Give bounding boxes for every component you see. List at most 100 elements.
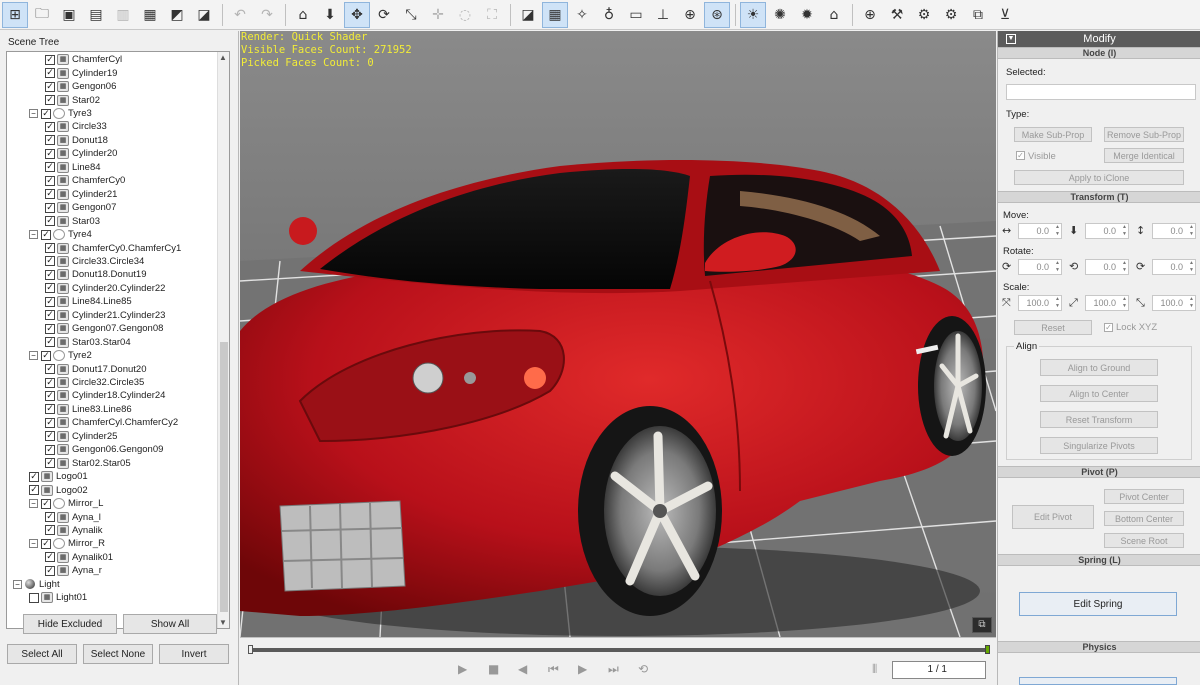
timeline-track[interactable] bbox=[248, 645, 990, 654]
tree-node-row[interactable]: ✓ ▦ Aynalik01 bbox=[45, 551, 113, 564]
wrench-icon[interactable]: ⚒ bbox=[884, 2, 910, 28]
spring-section-header[interactable]: Spring (L) bbox=[998, 554, 1200, 566]
spinner-icon[interactable]: ▲ ▼ bbox=[1055, 260, 1060, 274]
bone-icon[interactable]: ✧ bbox=[569, 2, 595, 28]
redo-icon[interactable]: ↷ bbox=[254, 2, 280, 28]
tree-group-row[interactable]: − ✓ Tyre4 bbox=[29, 228, 92, 241]
tree-node-row[interactable]: ✓ ▦ Circle33.Circle34 bbox=[45, 255, 144, 268]
tree-node-row[interactable]: ✓ ▦ Cylinder19 bbox=[45, 66, 117, 79]
next-frame-icon[interactable]: ▶ bbox=[578, 662, 587, 676]
node-section-header[interactable]: Node (I) bbox=[998, 47, 1200, 59]
timeline-settings-icon[interactable]: ⦀ bbox=[872, 662, 877, 677]
spinner-icon[interactable]: ▲ ▼ bbox=[1189, 224, 1194, 238]
tree-node-row[interactable]: ✓ ▦ ChamferCy0.ChamferCy1 bbox=[45, 241, 181, 254]
tree-node-row[interactable]: ✓ ▦ Cylinder18.Cylinder24 bbox=[45, 389, 165, 402]
spinner-icon[interactable]: ▲ ▼ bbox=[1122, 296, 1127, 310]
align-to-center-button[interactable]: Align to Center bbox=[1040, 385, 1158, 402]
visibility-checkbox[interactable]: ✓ bbox=[45, 283, 55, 294]
visibility-checkbox[interactable]: ✓ bbox=[45, 552, 55, 563]
singularize-pivots-button[interactable]: Singularize Pivots bbox=[1040, 437, 1158, 454]
remove-sub-prop-button[interactable]: Remove Sub-Prop bbox=[1104, 127, 1184, 142]
visibility-checkbox[interactable]: ✓ bbox=[45, 377, 55, 388]
visibility-checkbox[interactable]: ✓ bbox=[45, 175, 55, 186]
visible-checkbox[interactable]: ✓ bbox=[1016, 151, 1025, 160]
sun-light-icon[interactable]: ☀ bbox=[740, 1, 766, 28]
scene-tree-list[interactable]: ▲ ▼ ✓ ▦ ChamferCyl ✓ ▦ Cylinder19 ✓ ▦ Gengon06 ✓ ▦… bbox=[6, 51, 230, 629]
scale-icon[interactable]: ⤡ bbox=[398, 2, 424, 28]
tree-group-row[interactable]: − ✓ Tyre3 bbox=[29, 107, 92, 120]
rotate-z-field[interactable]: 0.0 ▲ ▼ bbox=[1152, 259, 1196, 275]
collapse-icon[interactable]: − bbox=[29, 230, 38, 240]
collapse-icon[interactable]: − bbox=[29, 499, 38, 509]
tree-node-row[interactable]: ✓ ▦ Donut18.Donut19 bbox=[45, 268, 146, 281]
visibility-checkbox[interactable]: ✓ bbox=[45, 81, 55, 92]
stop-icon[interactable]: ■ bbox=[488, 662, 499, 676]
focus-icon[interactable]: ⊛ bbox=[704, 1, 730, 28]
cart-icon[interactable]: ⊻ bbox=[992, 2, 1018, 28]
tree-node-row[interactable]: ✓ ▦ Line84 bbox=[45, 161, 101, 174]
tree-node-row[interactable]: ✓ ▦ Star03 bbox=[45, 214, 100, 227]
tree-node-row[interactable]: ✓ ▦ Star02 bbox=[45, 93, 100, 106]
ground-icon[interactable]: ⊥ bbox=[650, 2, 676, 28]
bottom-center-button[interactable]: Bottom Center bbox=[1104, 511, 1184, 526]
tree-node-row[interactable]: ✓ ▦ Logo01 bbox=[29, 470, 88, 483]
tree-node-row[interactable]: ✓ ▦ Circle33 bbox=[45, 120, 107, 133]
select-icon[interactable]: ⬇ bbox=[317, 2, 343, 28]
wireframe-icon[interactable]: ◪ bbox=[515, 2, 541, 28]
tree-node-row[interactable]: ✓ ▦ Cylinder20.Cylinder22 bbox=[45, 282, 165, 295]
collapse-icon[interactable]: − bbox=[29, 351, 38, 361]
tree-node-row[interactable]: ✓ ▦ Line83.Line86 bbox=[45, 403, 132, 416]
orbit-icon[interactable]: ◌ bbox=[452, 2, 478, 28]
timeline-start-marker[interactable] bbox=[248, 645, 253, 654]
spinner-icon[interactable]: ▲ ▼ bbox=[1055, 296, 1060, 310]
visibility-checkbox[interactable]: ✓ bbox=[45, 269, 55, 280]
point-light-icon[interactable]: ✺ bbox=[767, 2, 793, 28]
save-icon[interactable]: ▣ bbox=[56, 2, 82, 28]
visibility-checkbox[interactable]: ✓ bbox=[45, 162, 55, 173]
collapse-icon[interactable]: ▼ bbox=[1006, 34, 1016, 44]
export-fbx-icon[interactable]: ▤ bbox=[83, 2, 109, 28]
lock-xyz-checkbox[interactable]: ✓ bbox=[1104, 323, 1113, 332]
visibility-checkbox[interactable]: ✓ bbox=[45, 135, 55, 146]
visibility-checkbox[interactable]: ✓ bbox=[45, 444, 55, 455]
visibility-checkbox[interactable]: ✓ bbox=[45, 95, 55, 106]
tree-node-row[interactable]: ✓ ▦ Gengon07.Gengon08 bbox=[45, 322, 163, 335]
selected-field[interactable] bbox=[1006, 84, 1196, 100]
tree-node-row[interactable]: ✓ ▦ Gengon06.Gengon09 bbox=[45, 443, 163, 456]
move-x-field[interactable]: 0.0 ▲ ▼ bbox=[1018, 223, 1062, 239]
visibility-checkbox[interactable]: ✓ bbox=[45, 54, 55, 65]
collapse-icon[interactable]: − bbox=[13, 579, 22, 589]
tree-node-row[interactable]: ✓ ▦ Aynalik bbox=[45, 524, 102, 537]
export-image-icon[interactable]: ◪ bbox=[191, 2, 217, 28]
tree-node-row[interactable]: ✓ ▦ Circle32.Circle35 bbox=[45, 376, 144, 389]
undo-icon[interactable]: ↶ bbox=[227, 2, 253, 28]
visibility-checkbox[interactable]: ✓ bbox=[45, 512, 55, 523]
dir-light-icon[interactable]: ✹ bbox=[794, 2, 820, 28]
tree-node-row[interactable]: ✓ ▦ Cylinder21 bbox=[45, 188, 117, 201]
visibility-checkbox[interactable]: ✓ bbox=[45, 310, 55, 321]
home-icon[interactable]: ⌂ bbox=[290, 2, 316, 28]
visibility-checkbox[interactable]: ✓ bbox=[45, 296, 55, 307]
tree-node-row[interactable]: ✓ ▦ Star02.Star05 bbox=[45, 457, 131, 470]
hide-excluded-button[interactable]: Hide Excluded bbox=[23, 614, 117, 634]
visibility-checkbox[interactable]: ✓ bbox=[45, 525, 55, 536]
tree-node-row[interactable]: ✓ ▦ Cylinder21.Cylinder23 bbox=[45, 309, 165, 322]
visibility-checkbox[interactable]: ✓ bbox=[29, 471, 39, 482]
timeline-end-marker[interactable] bbox=[985, 645, 990, 654]
visibility-checkbox[interactable]: ✓ bbox=[29, 485, 39, 496]
tree-node-row[interactable]: ✓ ▦ ChamferCy0 bbox=[45, 174, 125, 187]
apply-to-iclone-button[interactable]: Apply to iClone bbox=[1014, 170, 1184, 185]
tree-node-row[interactable]: ✓ ▦ Line84.Line85 bbox=[45, 295, 132, 308]
reset-transform-button[interactable]: Reset Transform bbox=[1040, 411, 1158, 428]
move-z-field[interactable]: 0.0 ▲ ▼ bbox=[1152, 223, 1196, 239]
spinner-icon[interactable]: ▲ ▼ bbox=[1189, 296, 1194, 310]
make-sub-prop-button[interactable]: Make Sub-Prop bbox=[1014, 127, 1092, 142]
3d-viewport[interactable]: Render: Quick Shader Visible Faces Count… bbox=[240, 31, 996, 637]
visibility-checkbox[interactable]: ✓ bbox=[45, 565, 55, 576]
visibility-checkbox[interactable]: ✓ bbox=[45, 256, 55, 267]
tree-node-row[interactable]: ✓ ▦ Ayna_r bbox=[45, 564, 102, 577]
visibility-checkbox[interactable]: ✓ bbox=[45, 68, 55, 79]
spinner-icon[interactable]: ▲ ▼ bbox=[1055, 224, 1060, 238]
export-skp-icon[interactable]: ▦ bbox=[137, 2, 163, 28]
select-none-button[interactable]: Select None bbox=[83, 644, 153, 664]
